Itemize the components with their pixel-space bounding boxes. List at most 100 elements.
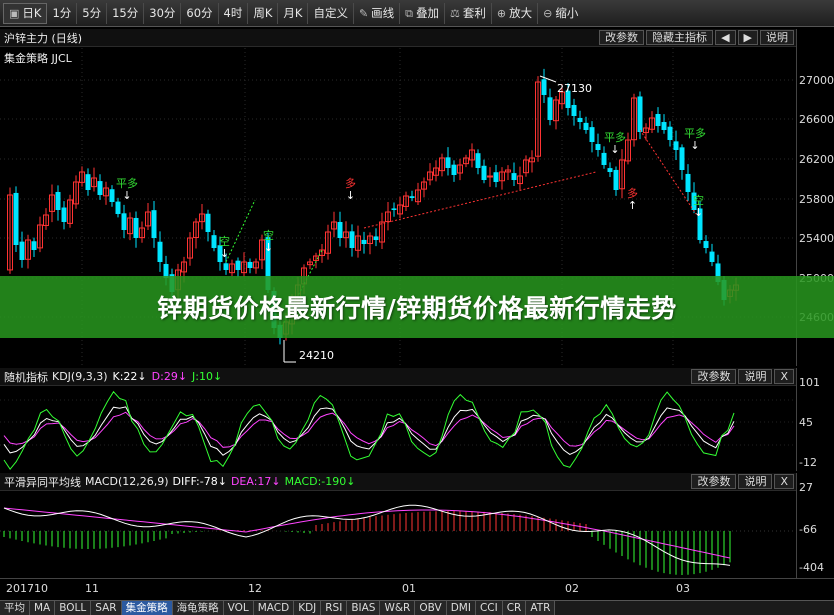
arrow-up-icon: ↑ bbox=[627, 199, 638, 212]
indicator-tab[interactable]: ATR bbox=[526, 601, 556, 615]
arrow-down-icon: ↓ bbox=[345, 189, 356, 202]
candle-body-down bbox=[409, 196, 415, 198]
candle-body-down bbox=[685, 173, 691, 192]
candle-body-down bbox=[547, 97, 553, 120]
price-tick: 27000 bbox=[799, 74, 834, 87]
indicator-tab[interactable]: W&R bbox=[380, 601, 416, 615]
prev-indicator-button[interactable]: ◀ bbox=[715, 30, 736, 45]
kdj-help-button[interactable]: 说明 bbox=[738, 369, 773, 384]
indicator-tab[interactable]: BIAS bbox=[347, 601, 381, 615]
indicator-tab[interactable]: OBV bbox=[415, 601, 447, 615]
next-indicator-button[interactable]: ▶ bbox=[737, 30, 758, 45]
toolbar-item-label: 放大 bbox=[509, 5, 533, 20]
indicator-tab[interactable]: BOLL bbox=[55, 601, 92, 615]
toolbar-item[interactable]: ⊖ 缩小 bbox=[538, 3, 583, 24]
indicator-tabs: 平均 MA BOLL SAR 集金策略 海龟策略 VOL MACD KDJ RSI BIAS W&R O… bbox=[0, 600, 834, 615]
kdj-tick: 45 bbox=[799, 416, 813, 429]
indicator-tab[interactable]: CR bbox=[502, 601, 527, 615]
date-label: 01 bbox=[402, 582, 416, 595]
candle-body-down bbox=[607, 168, 613, 172]
indicator-tab[interactable]: MACD bbox=[253, 601, 295, 615]
kdj-header: 随机指标 KDJ(9,3,3) K:22↓ D:29↓ J:10↓ 改参数 说明… bbox=[0, 368, 796, 386]
toolbar-item-label: 缩小 bbox=[555, 5, 579, 20]
macd-close-button[interactable]: X bbox=[774, 474, 794, 489]
candle-body-down bbox=[85, 174, 91, 190]
arbitrage-icon: ⚖ bbox=[450, 6, 460, 20]
candle-body-down bbox=[709, 251, 715, 262]
candle-body-down bbox=[13, 192, 19, 245]
candle-body-down bbox=[235, 260, 241, 270]
edit-params-button[interactable]: 改参数 bbox=[599, 30, 645, 45]
candle-body-down bbox=[121, 213, 127, 230]
macd-edit-params-button[interactable]: 改参数 bbox=[691, 474, 737, 489]
toolbar-item-label: 1分 bbox=[52, 5, 72, 20]
candle-body-down bbox=[31, 241, 37, 250]
indicator-tab[interactable]: KDJ bbox=[294, 601, 322, 615]
indicator-tab[interactable]: 海龟策略 bbox=[172, 601, 224, 615]
indicator-tab[interactable]: VOL bbox=[223, 601, 254, 615]
pencil-icon: ✎ bbox=[358, 6, 369, 20]
toolbar-item[interactable]: 60分 bbox=[181, 2, 219, 24]
indicator-tab[interactable]: 平均 bbox=[0, 601, 30, 615]
macd-dea-value: DEA:17↓ bbox=[230, 475, 281, 488]
toolbar-item[interactable]: 月K bbox=[278, 2, 309, 24]
macd-tick: 27 bbox=[799, 481, 813, 494]
toolbar-item-label: 自定义 bbox=[313, 5, 348, 20]
trade-signal: 空 ↓ bbox=[219, 236, 230, 260]
checkbox-icon: ▣ bbox=[9, 6, 20, 20]
candle-body-down bbox=[151, 210, 157, 238]
toolbar-item[interactable]: 周K bbox=[248, 2, 279, 24]
toolbar-item[interactable]: 15分 bbox=[107, 2, 145, 24]
kdj-edit-params-button[interactable]: 改参数 bbox=[691, 369, 737, 384]
toolbar-item-label: 画线 bbox=[371, 5, 395, 20]
kdj-j-value: J:10↓ bbox=[192, 370, 223, 383]
candle-body-down bbox=[391, 208, 397, 210]
trade-signal: 空 ↓ bbox=[263, 230, 274, 254]
kdj-d-line bbox=[3, 411, 735, 448]
toolbar-item-label: 叠加 bbox=[416, 5, 440, 20]
toolbar-item[interactable]: 4时 bbox=[219, 2, 249, 24]
toolbar-item-label: 60分 bbox=[186, 5, 213, 20]
macd-help-button[interactable]: 说明 bbox=[738, 474, 773, 489]
toolbar-item[interactable]: 5分 bbox=[77, 2, 108, 24]
indicator-tab[interactable]: CCI bbox=[475, 601, 503, 615]
date-label: 02 bbox=[565, 582, 579, 595]
macd-chart[interactable] bbox=[0, 491, 796, 578]
toolbar-item[interactable]: ▣ 日K bbox=[3, 2, 48, 24]
indicator-tab[interactable]: RSI bbox=[321, 601, 348, 615]
candle-body-down bbox=[595, 144, 601, 150]
toolbar-item[interactable]: 30分 bbox=[144, 2, 182, 24]
candle-body-down bbox=[583, 122, 589, 130]
candle-body-down bbox=[589, 127, 595, 142]
toolbar-item[interactable]: ⊕ 放大 bbox=[492, 2, 539, 24]
candle-body-down bbox=[109, 189, 115, 202]
kdj-chart[interactable] bbox=[0, 386, 796, 471]
arrow-down-icon: ↓ bbox=[219, 247, 230, 260]
kdj-close-button[interactable]: X bbox=[774, 369, 794, 384]
toolbar-item[interactable]: ⚖ 套利 bbox=[445, 2, 492, 24]
indicator-tab[interactable]: DMI bbox=[446, 601, 476, 615]
low-price-label: 24210 bbox=[299, 349, 334, 362]
indicator-tab[interactable]: MA bbox=[30, 601, 56, 615]
candle-body-down bbox=[157, 241, 163, 262]
indicator-tab[interactable]: SAR bbox=[91, 601, 122, 615]
candle-body-down bbox=[661, 122, 667, 130]
overlay-icon: ⧉ bbox=[405, 6, 414, 20]
indicator-tab[interactable]: 集金策略 bbox=[121, 601, 173, 615]
macd-dea-line bbox=[3, 507, 731, 559]
candle-body-down bbox=[445, 157, 451, 168]
trade-signal: 平多 ↓ bbox=[604, 132, 626, 156]
arrow-down-icon: ↓ bbox=[690, 139, 700, 152]
toolbar-item[interactable]: ⧉ 叠加 bbox=[400, 2, 446, 24]
kdj-k-line bbox=[3, 406, 735, 456]
toolbar-item[interactable]: 自定义 bbox=[308, 2, 354, 24]
candle-body-down bbox=[133, 217, 139, 238]
toolbar-item[interactable]: ✎ 画线 bbox=[354, 2, 401, 24]
kdj-name: 随机指标 bbox=[4, 370, 48, 384]
help-button[interactable]: 说明 bbox=[760, 30, 794, 45]
toolbar-item-label: 15分 bbox=[112, 5, 139, 20]
candle-body-down bbox=[373, 236, 379, 240]
toolbar-item[interactable]: 1分 bbox=[47, 2, 78, 24]
price-tick: 25400 bbox=[799, 232, 834, 245]
hide-main-indicator-button[interactable]: 隐藏主指标 bbox=[646, 30, 714, 45]
